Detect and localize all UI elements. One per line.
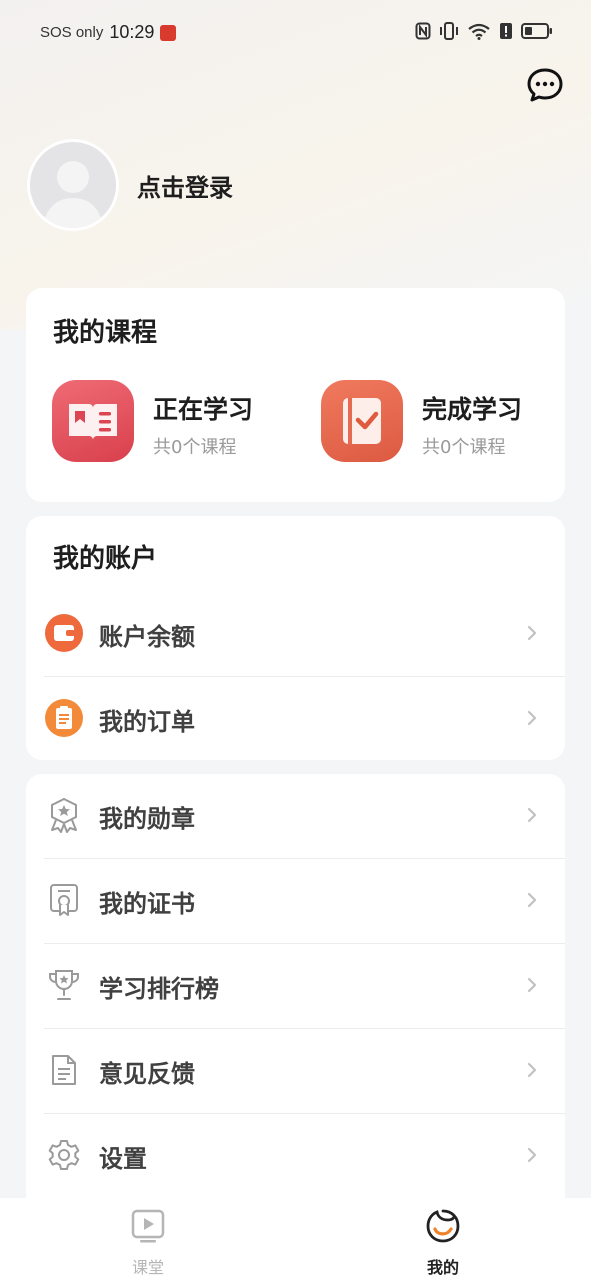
feedback-row[interactable]: 意见反馈	[26, 1029, 565, 1114]
open-book-icon	[52, 380, 134, 462]
vibrate-icon	[440, 22, 458, 40]
my-certificates-row[interactable]: 我的证书	[26, 859, 565, 944]
chevron-right-icon	[527, 1147, 537, 1163]
settings-row[interactable]: 设置	[26, 1114, 565, 1199]
my-account-title: 我的账户	[53, 544, 158, 574]
nfc-icon	[415, 22, 431, 40]
feedback-label: 意见反馈	[99, 1060, 195, 1088]
wallet-icon	[44, 613, 84, 653]
status-bar-right	[415, 22, 553, 40]
status-bar: SOS only 10:29	[0, 0, 591, 66]
medal-icon	[44, 795, 84, 835]
chevron-right-icon	[527, 977, 537, 993]
my-orders-label: 我的订单	[99, 708, 195, 736]
menu-card: 我的勋章 我的证书 学习排行榜 意见反馈 设置	[26, 774, 565, 1200]
app-notification-icon	[160, 24, 177, 41]
my-medals-row[interactable]: 我的勋章	[26, 774, 565, 859]
nav-tab-mine[interactable]: 我的	[383, 1198, 503, 1280]
course-finished-label: 完成学习	[422, 395, 523, 424]
course-learning-label: 正在学习	[153, 395, 254, 424]
my-courses-card: 我的课程 正在学习 共0个课程 完成学习 共0个课程	[26, 288, 565, 502]
my-account-card: 我的账户 账户余额 我的订单	[26, 516, 565, 760]
default-avatar-icon	[43, 161, 103, 228]
wifi-icon	[468, 23, 490, 40]
leaderboard-label: 学习排行榜	[99, 975, 219, 1003]
avatar[interactable]	[27, 139, 119, 231]
my-courses-title: 我的课程	[53, 318, 158, 348]
checked-notebook-icon	[321, 380, 403, 462]
mine-face-icon	[426, 1209, 460, 1243]
nav-tab-mine-label: 我的	[426, 1258, 459, 1277]
account-balance-row[interactable]: 账户余额	[26, 592, 565, 677]
my-medals-label: 我的勋章	[99, 805, 195, 833]
account-balance-label: 账户余额	[99, 623, 195, 651]
battery-icon	[521, 23, 552, 39]
chevron-right-icon	[527, 625, 537, 641]
course-learning-count: 共0个课程	[153, 437, 237, 458]
bottom-navigation: 课堂 我的	[0, 1198, 591, 1280]
chevron-right-icon	[527, 1062, 537, 1078]
certificate-icon	[44, 880, 84, 920]
login-link[interactable]: 点击登录	[137, 168, 233, 203]
chat-bubble-icon[interactable]	[526, 67, 564, 103]
leaderboard-row[interactable]: 学习排行榜	[26, 944, 565, 1029]
carrier-label: SOS only	[40, 24, 104, 41]
play-screen-icon	[131, 1209, 165, 1243]
feedback-document-icon	[44, 1050, 84, 1090]
nav-tab-classroom-label: 课堂	[131, 1258, 164, 1277]
chevron-right-icon	[527, 892, 537, 908]
trophy-icon	[44, 965, 84, 1005]
my-orders-row[interactable]: 我的订单	[26, 677, 565, 762]
alert-icon	[500, 23, 512, 39]
nav-tab-classroom[interactable]: 课堂	[88, 1198, 208, 1280]
chevron-right-icon	[527, 807, 537, 823]
chevron-right-icon	[527, 710, 537, 726]
status-bar-left: SOS only 10:29	[40, 22, 177, 43]
my-certificates-label: 我的证书	[99, 890, 195, 918]
settings-label: 设置	[99, 1145, 147, 1173]
course-finished-count: 共0个课程	[422, 437, 506, 458]
order-icon	[44, 698, 84, 738]
gear-icon	[44, 1135, 84, 1175]
clock: 10:29	[109, 22, 155, 42]
